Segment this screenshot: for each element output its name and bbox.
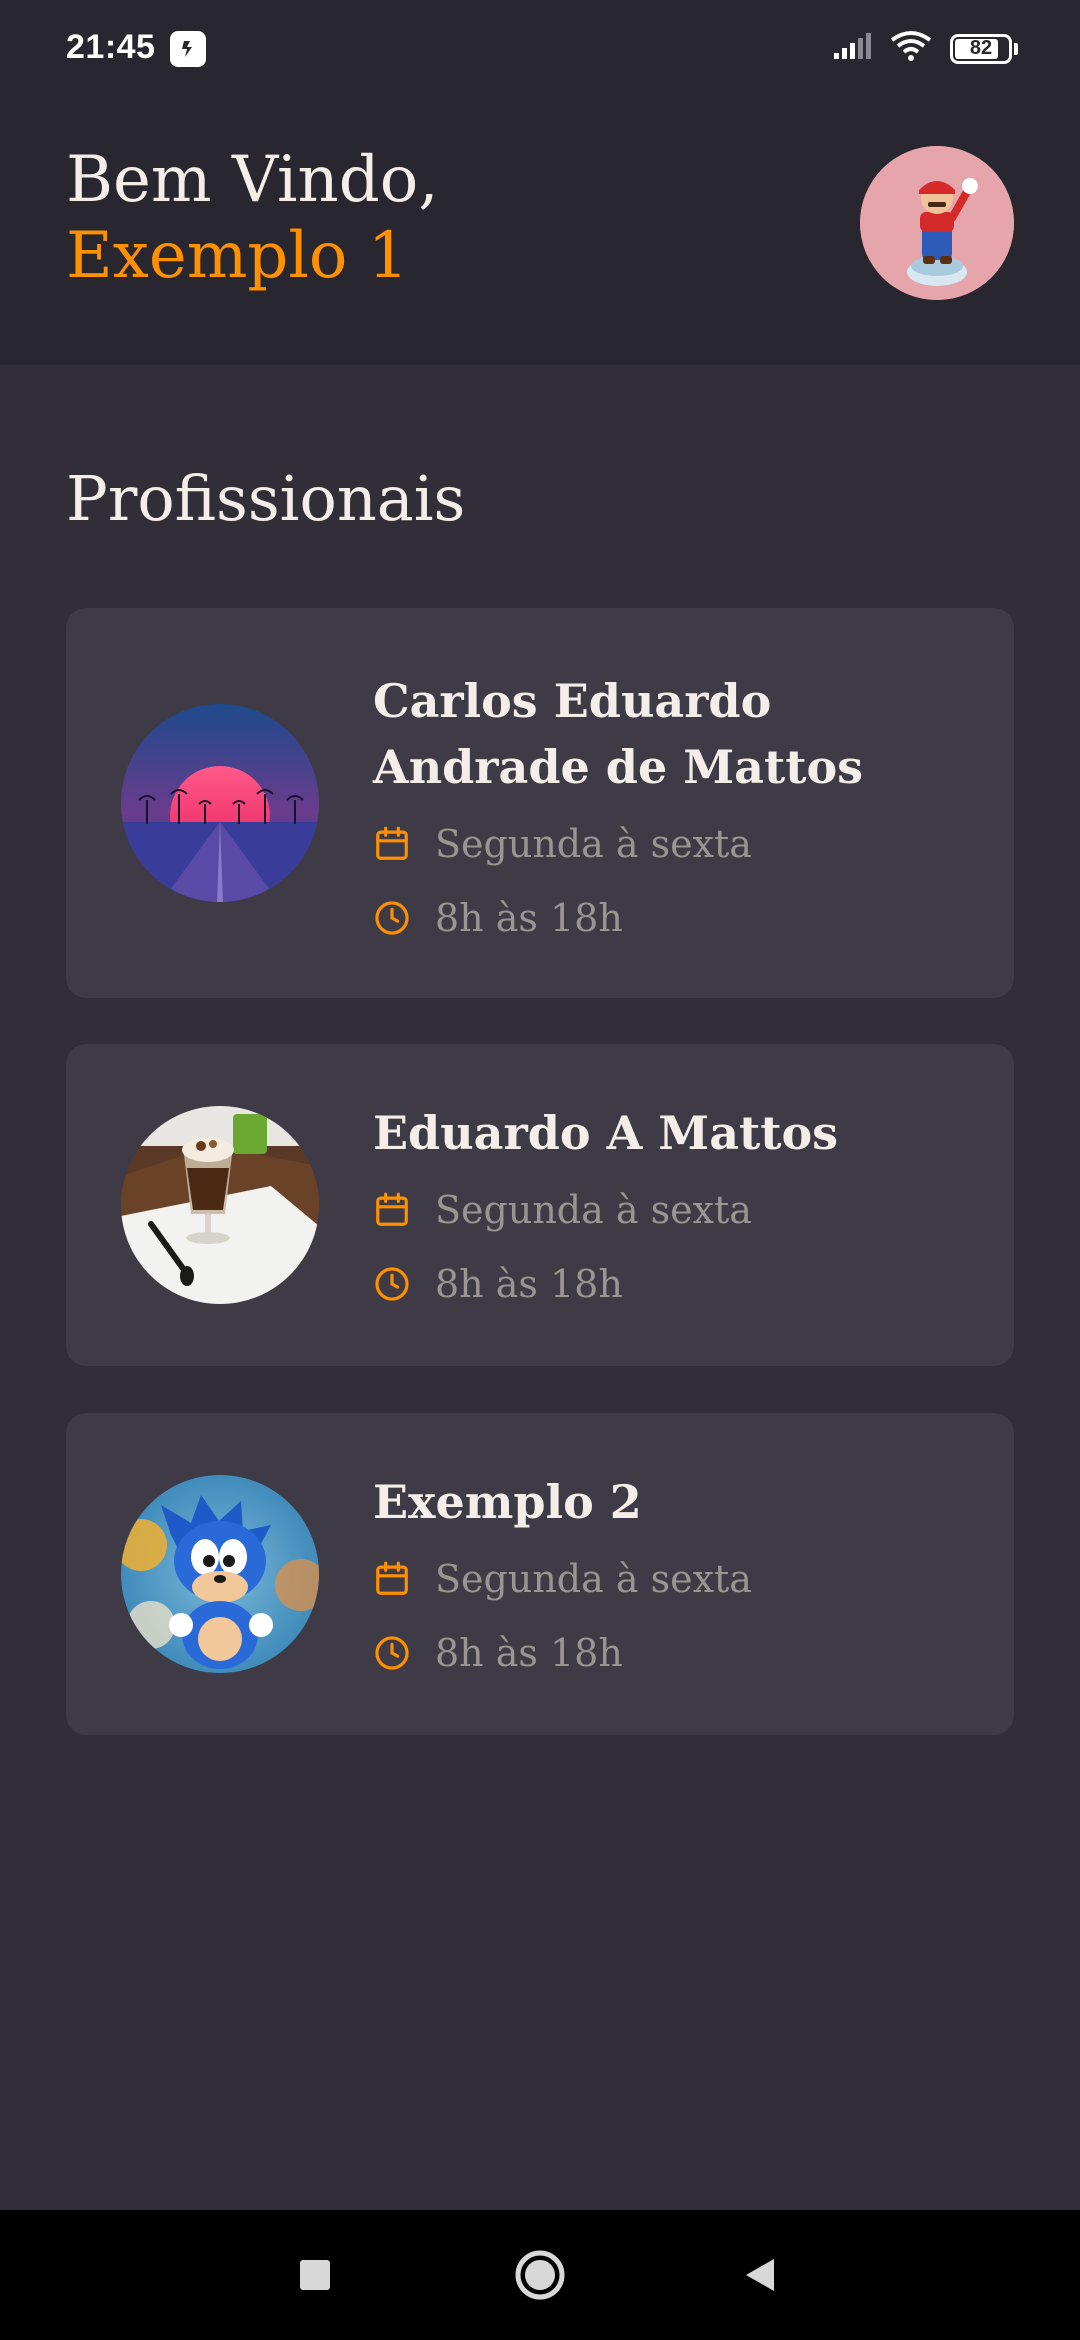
provider-days: Segunda à sexta <box>373 1557 752 1601</box>
home-circle-icon[interactable] <box>495 2210 585 2340</box>
provider-hours-text: 8h às 18h <box>435 1262 623 1306</box>
status-indicators: 82 <box>832 30 1018 67</box>
mario-avatar-icon <box>860 146 1014 300</box>
greeting-label: Bem Vindo, <box>66 143 439 217</box>
wifi-icon <box>890 30 932 67</box>
provider-hours-text: 8h às 18h <box>435 1631 623 1675</box>
user-avatar[interactable] <box>860 146 1014 300</box>
provider-photo <box>121 1106 319 1304</box>
provider-name: Carlos Eduardo Andrade de Mattos <box>373 674 864 794</box>
provider-days-text: Segunda à sexta <box>435 822 752 866</box>
system-nav-bar <box>0 2210 1080 2340</box>
provider-hours: 8h às 18h <box>373 1262 623 1306</box>
welcome-text: Bem Vindo, Exemplo 1 <box>66 142 439 294</box>
provider-card[interactable]: Eduardo A Mattos Segunda à sexta 8h às 1… <box>66 1044 1014 1366</box>
provider-name: Eduardo A Mattos <box>373 1106 839 1160</box>
status-bar: 21:45 82 <box>0 0 1080 100</box>
status-time: 21:45 <box>66 28 156 66</box>
section-title: Profissionais <box>66 462 466 535</box>
provider-days-text: Segunda à sexta <box>435 1188 752 1232</box>
clock-icon <box>375 901 409 935</box>
provider-hours-text: 8h às 18h <box>435 896 623 940</box>
clock-icon <box>375 1267 409 1301</box>
clock-icon <box>375 1636 409 1670</box>
back-triangle-icon[interactable] <box>715 2210 805 2340</box>
provider-card[interactable]: Carlos Eduardo Andrade de Mattos Segunda… <box>66 608 1014 998</box>
provider-photo <box>121 704 319 902</box>
header: Bem Vindo, Exemplo 1 <box>0 100 1080 365</box>
provider-hours: 8h às 18h <box>373 1631 623 1675</box>
provider-days-text: Segunda à sexta <box>435 1557 752 1601</box>
signal-icon <box>832 31 872 66</box>
coffee-dessert-photo-icon <box>121 1106 319 1304</box>
calendar-icon <box>376 826 408 860</box>
provider-photo <box>121 1475 319 1673</box>
sonic-figure-photo-icon <box>121 1475 319 1673</box>
user-name: Exemplo 1 <box>66 219 409 293</box>
calendar-icon <box>376 1561 408 1595</box>
provider-days: Segunda à sexta <box>373 1188 752 1232</box>
battery-icon: 82 <box>950 33 1018 64</box>
battery-level-text: 82 <box>969 37 993 59</box>
sunset-palms-photo-icon <box>121 704 319 902</box>
recents-square-icon[interactable] <box>270 2210 360 2340</box>
provider-hours: 8h às 18h <box>373 896 623 940</box>
app-notification-icon <box>170 31 206 67</box>
provider-days: Segunda à sexta <box>373 822 752 866</box>
calendar-icon <box>376 1192 408 1226</box>
provider-card[interactable]: Exemplo 2 Segunda à sexta 8h às 18h <box>66 1413 1014 1735</box>
provider-name: Exemplo 2 <box>373 1475 642 1529</box>
